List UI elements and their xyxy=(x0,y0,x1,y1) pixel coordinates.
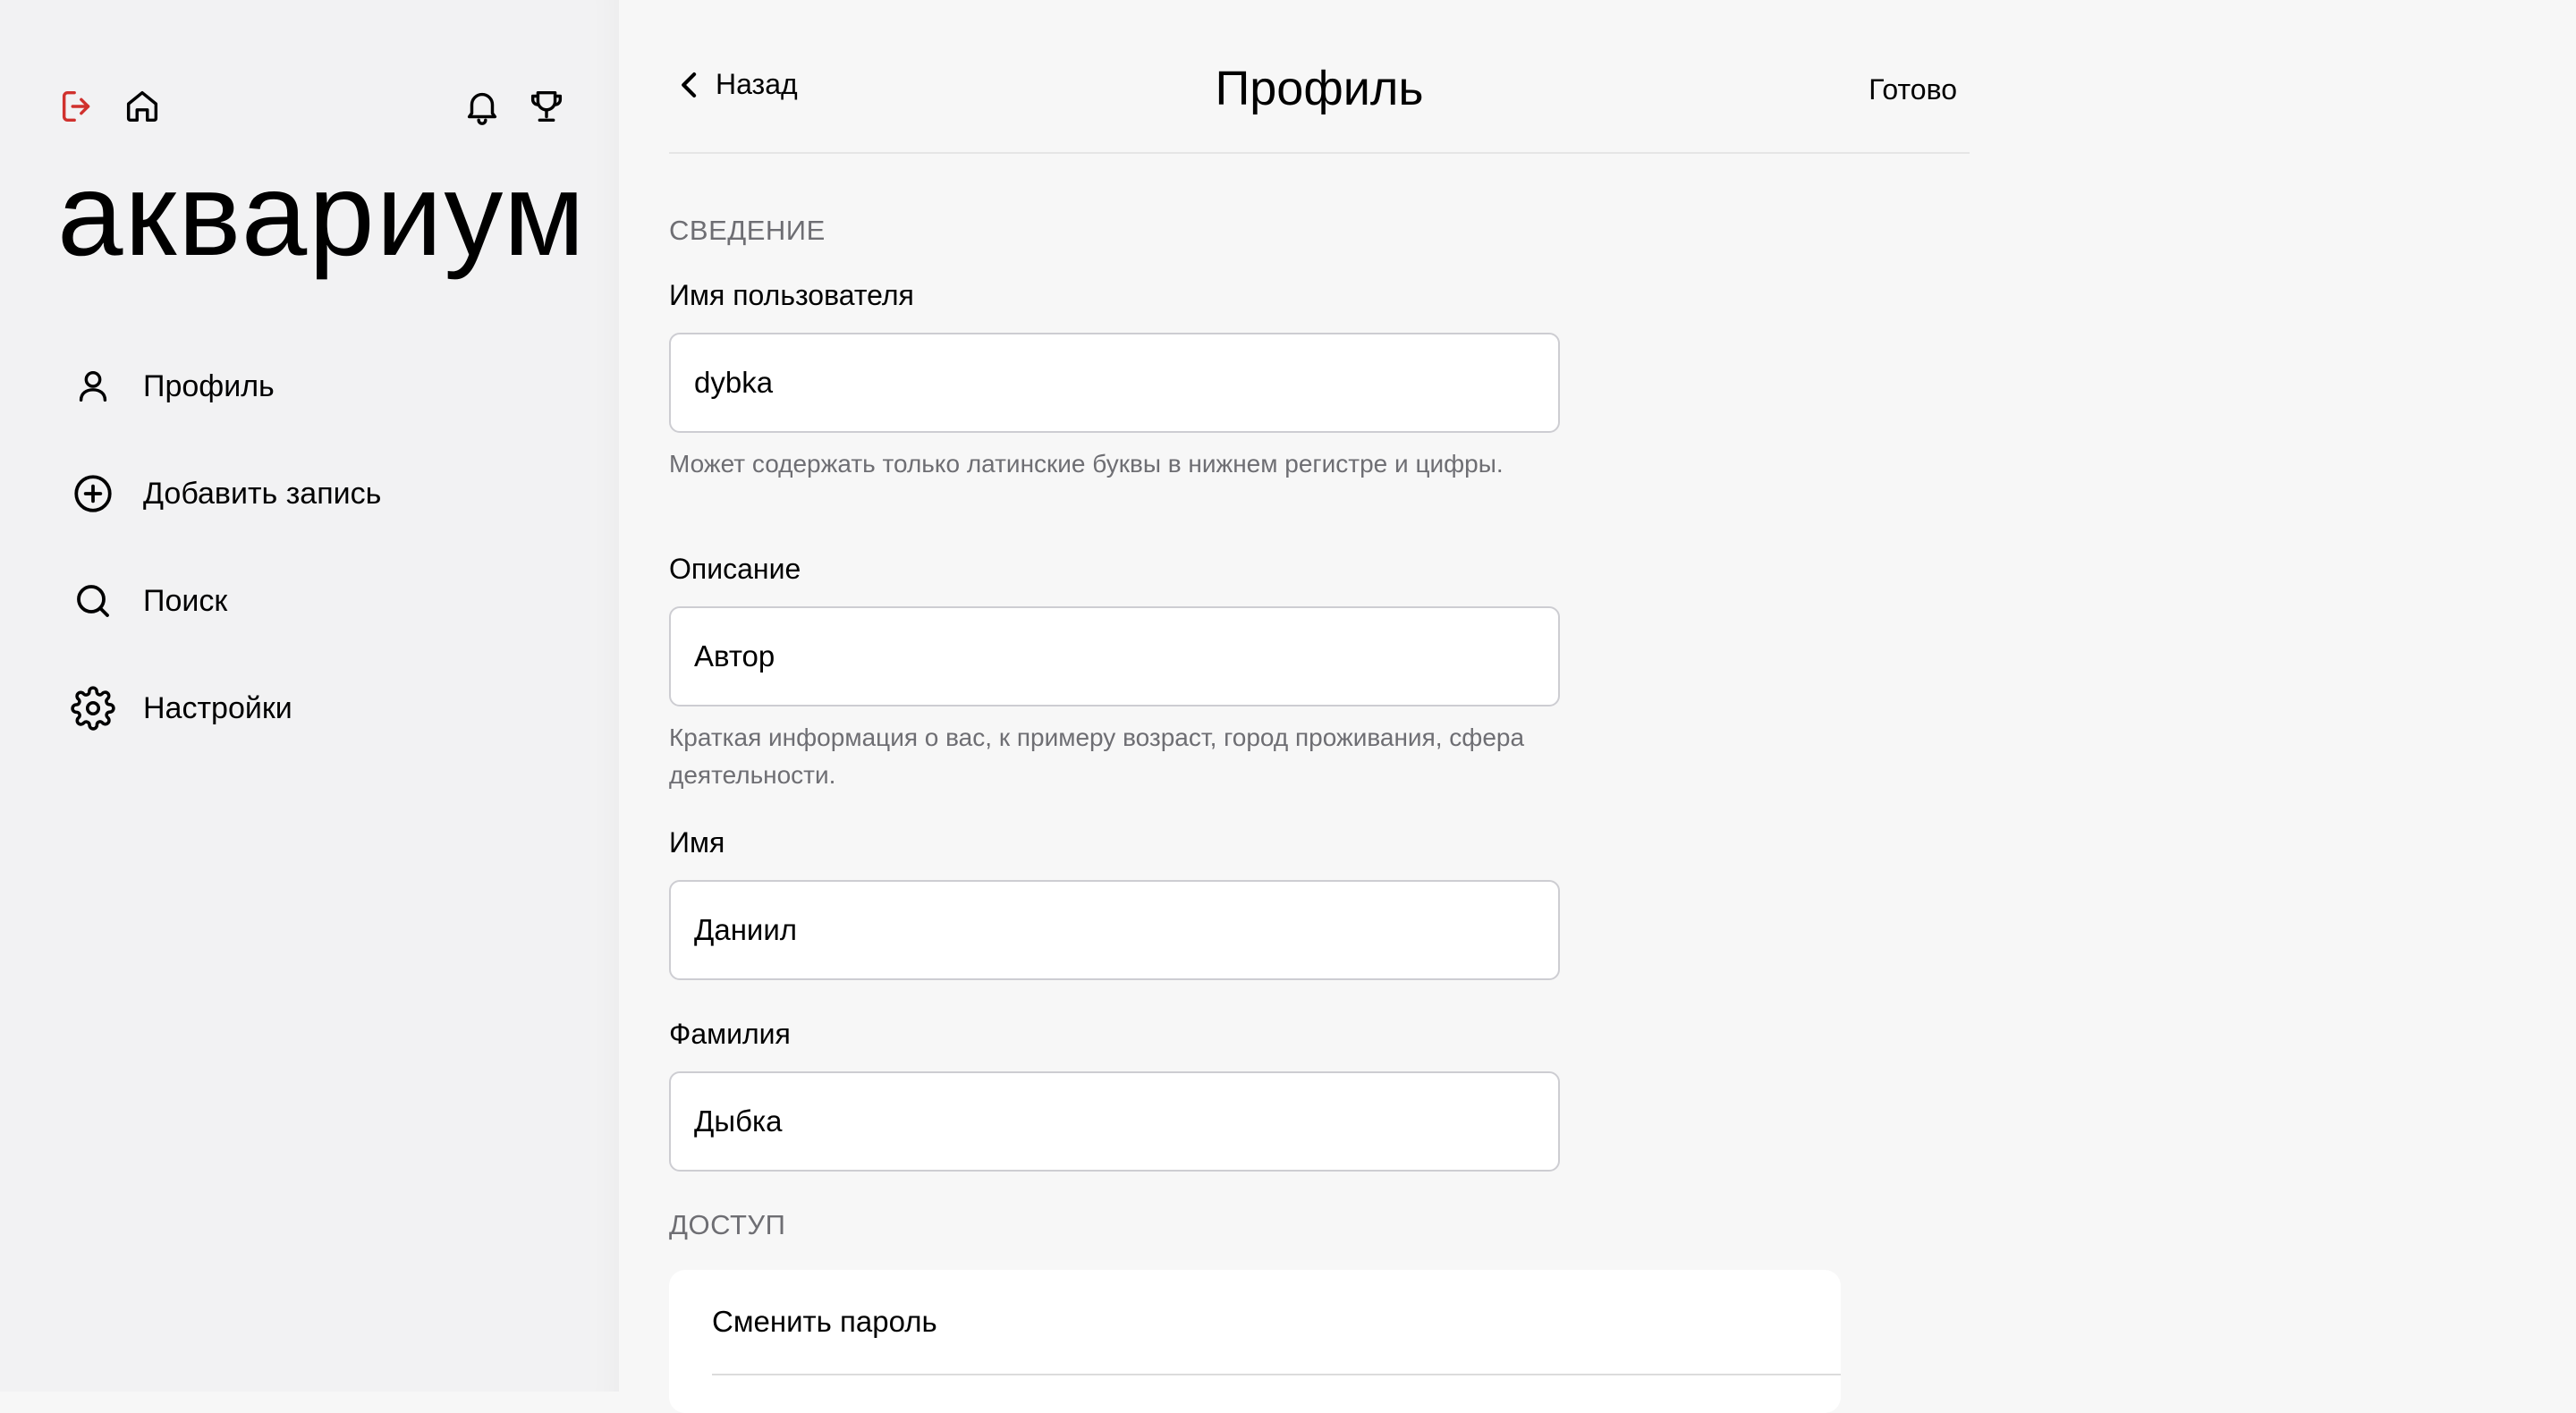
change-password-label: Сменить пароль xyxy=(712,1305,937,1338)
username-label: Имя пользователя xyxy=(669,279,914,311)
username-field[interactable] xyxy=(669,333,1560,433)
user-icon xyxy=(68,361,118,411)
description-label: Описание xyxy=(669,553,801,585)
sidebar-item-label: Поиск xyxy=(143,584,228,618)
last-name-field[interactable] xyxy=(669,1071,1560,1172)
change-password-button[interactable]: Сменить пароль xyxy=(712,1270,1841,1375)
sidebar-item-add-post[interactable]: Добавить запись xyxy=(68,458,381,529)
username-hint: Может содержать только латинские буквы в… xyxy=(669,450,1504,478)
sidebar: аквариум Профиль Добавить запись Поиск Н… xyxy=(0,0,619,1392)
chevron-left-icon xyxy=(682,72,697,97)
description-field[interactable] xyxy=(669,606,1560,706)
section-title-access: ДОСТУП xyxy=(669,1209,786,1240)
first-name-field[interactable] xyxy=(669,880,1560,980)
trophy-icon[interactable] xyxy=(524,84,569,129)
description-hint: Краткая информация о вас, к примеру возр… xyxy=(669,723,1525,789)
gear-icon xyxy=(68,683,118,733)
back-label: Назад xyxy=(716,68,798,100)
first-name-label: Имя xyxy=(669,826,725,859)
access-card: Сменить пароль xyxy=(669,1270,1841,1413)
sidebar-nav: Профиль Добавить запись Поиск Настройки xyxy=(68,351,381,780)
done-button[interactable]: Готово xyxy=(1868,73,1957,106)
logout-icon[interactable] xyxy=(55,84,100,129)
header: Назад Профиль Готово xyxy=(669,0,1970,154)
sidebar-item-profile[interactable]: Профиль xyxy=(68,351,381,422)
home-icon[interactable] xyxy=(120,84,165,129)
sidebar-item-label: Профиль xyxy=(143,369,275,403)
sidebar-item-label: Добавить запись xyxy=(143,477,382,511)
app-logo: аквариум xyxy=(57,148,587,280)
search-icon xyxy=(68,576,118,626)
main-content: Назад Профиль Готово СВЕДЕНИЕ Имя пользо… xyxy=(669,0,1970,1413)
back-button[interactable]: Назад xyxy=(678,68,798,101)
plus-circle-icon xyxy=(68,469,118,519)
last-name-label: Фамилия xyxy=(669,1018,791,1050)
page-title: Профиль xyxy=(1215,62,1424,115)
section-title-info: СВЕДЕНИЕ xyxy=(669,215,826,246)
sidebar-item-settings[interactable]: Настройки xyxy=(68,673,381,744)
sidebar-item-label: Настройки xyxy=(143,691,292,725)
bell-icon[interactable] xyxy=(460,84,504,129)
sidebar-item-search[interactable]: Поиск xyxy=(68,565,381,637)
